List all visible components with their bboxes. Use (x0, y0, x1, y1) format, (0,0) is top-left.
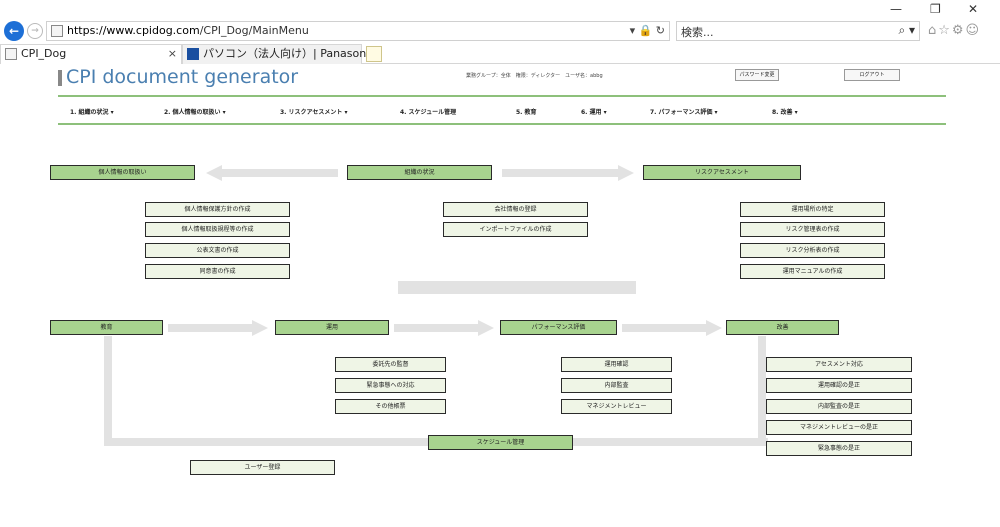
menu-item-operation[interactable]: 6. 運用 ▾ (581, 107, 607, 116)
item-internal-audit[interactable]: 内部監査 (561, 378, 672, 393)
node-schedule-management[interactable]: スケジュール管理 (428, 435, 573, 450)
menu-item-education[interactable]: 5. 教育 (516, 107, 537, 116)
change-password-button[interactable]: パスワード変更 (735, 69, 779, 81)
menu-item-risk[interactable]: 3. リスクアセスメント ▾ (280, 107, 348, 116)
address-bar: ← → https://www.cpidog.com/CPI_Dog/MainM… (0, 18, 1000, 44)
menu-item-improvement[interactable]: 8. 改善 ▾ (772, 107, 798, 116)
lock-refresh-icon[interactable]: ▾ 🔒 ↻ (630, 24, 665, 37)
item-public-documents[interactable]: 公表文書の作成 (145, 243, 290, 258)
schedule-loop-left (104, 336, 112, 446)
logout-button[interactable]: ログアウト (844, 69, 900, 81)
panasonic-tab-icon (187, 48, 199, 60)
item-handling-rules[interactable]: 個人情報取扱規程等の作成 (145, 222, 290, 237)
schedule-loop-bottom-right (572, 438, 768, 446)
url-host: https://www.cpidog.com (67, 24, 200, 37)
right-arrowhead-icon (252, 320, 268, 336)
node-risk-assessment[interactable]: リスクアセスメント (643, 165, 801, 180)
tab-bar: CPI_Dog × パソコン（法人向け）| Panasonic (0, 44, 1000, 64)
schedule-loop-right (758, 336, 766, 446)
user-info: 業務グループ：全体 権限：ディレクター ユーザ名：abbg (466, 73, 603, 79)
search-icon[interactable]: ⌕ ▾ (898, 23, 915, 38)
item-operation-manual[interactable]: 運用マニュアルの作成 (740, 264, 885, 279)
right-arrowhead-icon (478, 320, 494, 336)
close-tab-icon[interactable]: × (168, 45, 177, 63)
item-other-forms[interactable]: その他帳票 (335, 399, 446, 414)
item-import-file[interactable]: インポートファイルの作成 (443, 222, 588, 237)
schedule-loop-bottom-left (104, 438, 430, 446)
search-input[interactable]: 検索... ⌕ ▾ (676, 21, 920, 41)
node-organization[interactable]: 組織の状況 (347, 165, 492, 180)
item-operation-check-correction[interactable]: 運用確認の是正 (766, 378, 912, 393)
right-arrowhead-icon (706, 320, 722, 336)
node-performance-evaluation[interactable]: パフォーマンス評価 (500, 320, 617, 335)
cpi-dog-tab-icon (5, 48, 17, 60)
node-personal-info[interactable]: 個人情報の取扱い (50, 165, 195, 180)
menu-item-schedule[interactable]: 4. スケジュール管理 (400, 107, 456, 116)
item-operation-check[interactable]: 運用確認 (561, 357, 672, 372)
arrow-performance-improvement (622, 324, 706, 332)
tab-label: CPI_Dog (21, 47, 67, 60)
right-arrowhead-icon (618, 165, 634, 181)
arrow-operation-performance (394, 324, 478, 332)
node-education[interactable]: 教育 (50, 320, 163, 335)
minimize-icon[interactable]: — (890, 2, 902, 16)
close-window-icon[interactable]: ✕ (968, 2, 978, 16)
maximize-icon[interactable]: ❐ (930, 2, 941, 16)
down-arrow-band (398, 281, 636, 294)
item-company-info[interactable]: 会社情報の登録 (443, 202, 588, 217)
new-tab-icon[interactable] (366, 46, 382, 62)
search-placeholder: 検索... (681, 26, 714, 39)
back-arrow-icon[interactable]: ← (4, 21, 24, 41)
item-contractor-supervision[interactable]: 委託先の監督 (335, 357, 446, 372)
arrow-to-risk (502, 169, 618, 177)
arrow-to-personal-info (222, 169, 338, 177)
menu-divider (58, 123, 946, 125)
menu-item-organization[interactable]: 1. 組織の状況 ▾ (70, 107, 114, 116)
tab-cpi-dog[interactable]: CPI_Dog × (0, 44, 182, 64)
item-emergency-correction[interactable]: 緊急事態の是正 (766, 441, 912, 456)
item-management-review[interactable]: マネジメントレビュー (561, 399, 672, 414)
menu-item-performance[interactable]: 7. パフォーマンス評価 ▾ (650, 107, 718, 116)
url-input[interactable]: https://www.cpidog.com/CPI_Dog/MainMenu … (46, 21, 670, 41)
item-emergency-response[interactable]: 緊急事態への対応 (335, 378, 446, 393)
left-arrowhead-icon (206, 165, 222, 181)
node-improvement[interactable]: 改善 (726, 320, 839, 335)
url-text: https://www.cpidog.com/CPI_Dog/MainMenu (67, 24, 309, 37)
page-favicon-icon (51, 25, 63, 37)
brand-bar-decoration (58, 70, 62, 86)
item-consent-form[interactable]: 同意書の作成 (145, 264, 290, 279)
item-assessment-response[interactable]: アセスメント対応 (766, 357, 912, 372)
menu-item-personal-info[interactable]: 2. 個人情報の取扱い ▾ (164, 107, 226, 116)
header-divider (58, 95, 946, 97)
item-privacy-policy[interactable]: 個人情報保護方針の作成 (145, 202, 290, 217)
item-risk-management-table[interactable]: リスク管理表の作成 (740, 222, 885, 237)
node-operation[interactable]: 運用 (275, 320, 389, 335)
tab-label: パソコン（法人向け）| Panasonic (203, 47, 376, 60)
url-path: /CPI_Dog/MainMenu (199, 24, 309, 37)
browser-toolbar-icons[interactable]: ⌂☆⚙☺ (928, 23, 981, 38)
window-titlebar: — ❐ ✕ (0, 0, 1000, 18)
tab-panasonic[interactable]: パソコン（法人向け）| Panasonic (182, 44, 375, 64)
brand-title: CPI document generator (66, 66, 299, 88)
item-operation-location[interactable]: 運用場所の特定 (740, 202, 885, 217)
item-risk-analysis-table[interactable]: リスク分析表の作成 (740, 243, 885, 258)
main-menu: 1. 組織の状況 ▾ 2. 個人情報の取扱い ▾ 3. リスクアセスメント ▾ … (70, 107, 940, 117)
forward-arrow-icon[interactable]: → (27, 23, 43, 39)
arrow-education-operation (168, 324, 252, 332)
user-register-button[interactable]: ユーザー登録 (190, 460, 335, 475)
item-internal-audit-correction[interactable]: 内部監査の是正 (766, 399, 912, 414)
item-management-review-correction[interactable]: マネジメントレビューの是正 (766, 420, 912, 435)
